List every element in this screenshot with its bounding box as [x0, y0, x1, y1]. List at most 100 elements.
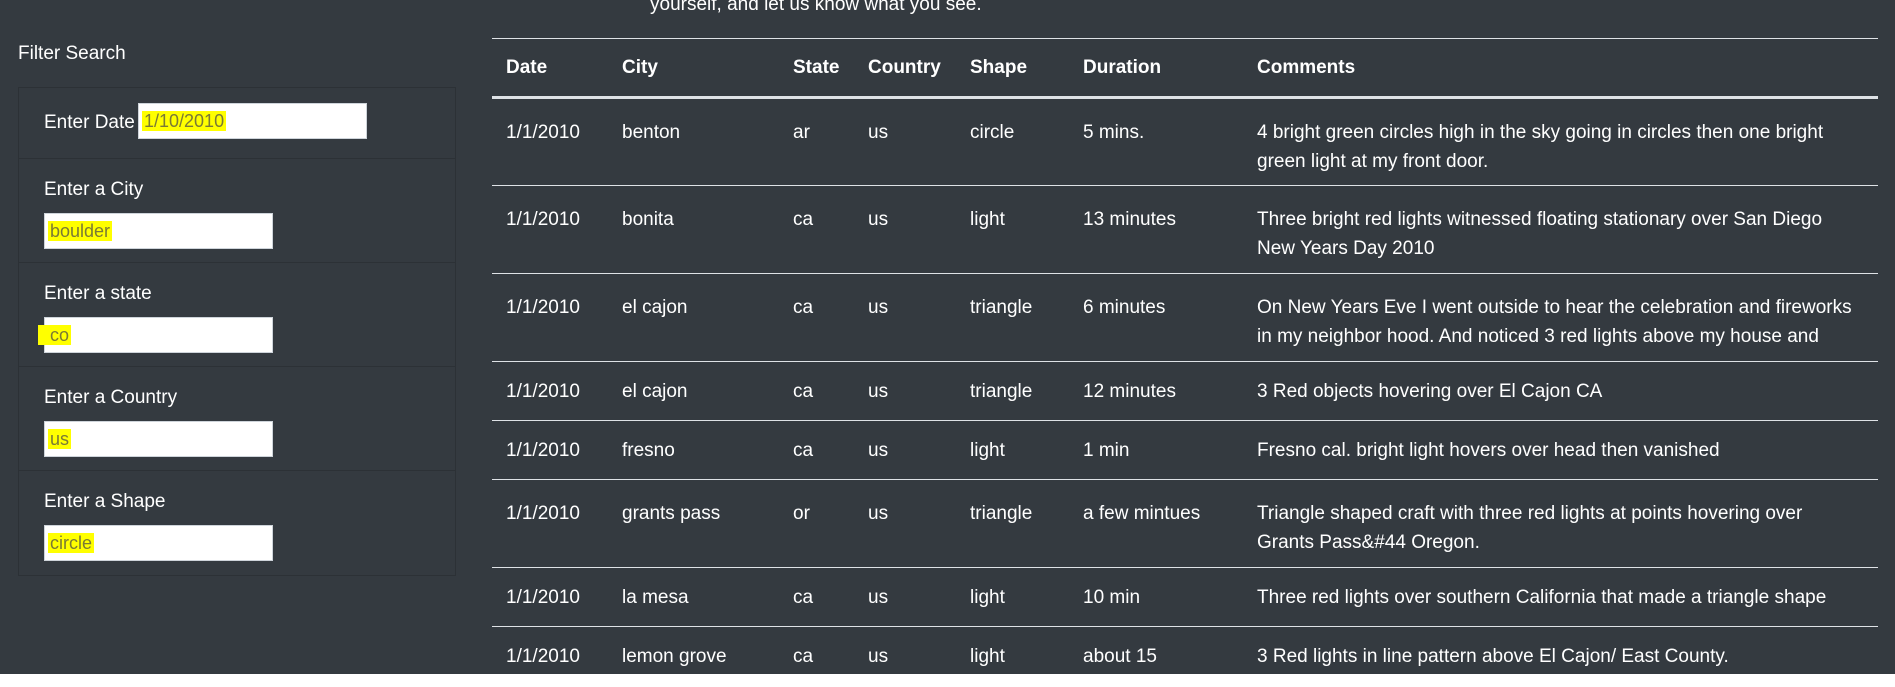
cell-country: us [868, 209, 889, 230]
cell-duration: 6 minutes [1083, 297, 1166, 318]
cell-comments: 4 bright green circles high in the sky g… [1257, 122, 1824, 172]
cell-comments: On New Years Eve I went outside to hear … [1257, 297, 1852, 347]
cell-shape: triangle [970, 503, 1033, 524]
date-input[interactable]: 1/10/2010 [138, 103, 367, 139]
cell-shape: circle [970, 122, 1015, 143]
cell-shape: light [970, 646, 1005, 667]
cell-shape: light [970, 587, 1005, 608]
filter-item-shape: Enter a Shape circle [19, 471, 455, 575]
cell-shape: light [970, 209, 1005, 230]
header-state: State [793, 56, 840, 78]
cell-state: ar [793, 122, 810, 143]
country-input[interactable]: us [44, 421, 273, 457]
cell-shape: triangle [970, 297, 1033, 318]
cell-state: ca [793, 381, 814, 402]
ufo-table-container: Date City State Country Shape Duration C… [492, 38, 1878, 687]
cell-duration: a few mintues [1083, 503, 1201, 524]
header-duration: Duration [1083, 56, 1162, 78]
cell-shape: light [970, 440, 1005, 461]
cell-city: el cajon [622, 381, 688, 402]
cell-state: ca [793, 646, 814, 667]
date-value: 1/10/2010 [142, 111, 227, 131]
cell-date: 1/1/2010 [506, 440, 580, 461]
table-row: 1/1/2010 el cajon ca us triangle 12 minu… [492, 362, 1878, 421]
cell-state: ca [793, 209, 814, 230]
filter-item-state: Enter a state co [19, 263, 455, 367]
table-header: Date City State Country Shape Duration C… [492, 38, 1878, 98]
state-label: Enter a state [44, 283, 152, 304]
header-row: Date City State Country Shape Duration C… [492, 38, 1878, 98]
table-row: 1/1/2010 grants pass or us triangle a fe… [492, 480, 1878, 568]
cell-date: 1/1/2010 [506, 297, 580, 318]
table-row: 1/1/2010 fresno ca us light 1 min Fresno… [492, 421, 1878, 480]
cell-duration: about 15 [1083, 646, 1157, 667]
cell-duration: 12 minutes [1083, 381, 1176, 402]
cell-state: ca [793, 297, 814, 318]
city-input[interactable]: boulder [44, 213, 273, 249]
country-label: Enter a Country [44, 387, 178, 408]
cell-country: us [868, 503, 889, 524]
header-city: City [622, 56, 658, 78]
cell-comments: 3 Red lights in line pattern above El Ca… [1257, 646, 1729, 667]
state-value: co [38, 325, 72, 345]
table-body: 1/1/2010 benton ar us circle 5 mins. 4 b… [492, 98, 1878, 687]
cell-date: 1/1/2010 [506, 587, 580, 608]
cell-comments: 3 Red objects hovering over El Cajon CA [1257, 381, 1603, 402]
cell-duration: 13 minutes [1083, 209, 1176, 230]
cell-comments: Triangle shaped craft with three red lig… [1257, 503, 1803, 553]
cell-duration: 10 min [1083, 587, 1141, 608]
shape-value: circle [48, 533, 95, 553]
cell-city: bonita [622, 209, 674, 230]
shape-label: Enter a Shape [44, 491, 166, 512]
cell-date: 1/1/2010 [506, 122, 580, 143]
cell-country: us [868, 587, 889, 608]
cell-state: ca [793, 440, 814, 461]
intro-text: yourself, and let us know what you see. [650, 0, 982, 15]
table-row: 1/1/2010 lemon grove ca us light about 1… [492, 627, 1878, 687]
ufo-table: Date City State Country Shape Duration C… [492, 38, 1878, 687]
table-row: 1/1/2010 bonita ca us light 13 minutes T… [492, 186, 1878, 274]
cell-country: us [868, 297, 889, 318]
cell-city: el cajon [622, 297, 688, 318]
header-shape: Shape [970, 56, 1028, 78]
header-country: Country [868, 56, 941, 78]
cell-comments: Three bright red lights witnessed floati… [1257, 209, 1823, 259]
cell-date: 1/1/2010 [506, 646, 580, 667]
date-label: Enter Date [44, 112, 135, 133]
cell-city: benton [622, 122, 681, 143]
city-label: Enter a City [44, 179, 144, 200]
cell-date: 1/1/2010 [506, 209, 580, 230]
cell-date: 1/1/2010 [506, 381, 580, 402]
cell-state: or [793, 503, 810, 524]
filter-item-date: Enter Date 1/10/2010 [19, 88, 455, 159]
cell-duration: 5 mins. [1083, 122, 1145, 143]
cell-date: 1/1/2010 [506, 503, 580, 524]
cell-comments: Fresno cal. bright light hovers over hea… [1257, 440, 1720, 461]
cell-country: us [868, 440, 889, 461]
cell-country: us [868, 646, 889, 667]
cell-city: fresno [622, 440, 675, 461]
cell-city: la mesa [622, 587, 689, 608]
table-row: 1/1/2010 el cajon ca us triangle 6 minut… [492, 274, 1878, 362]
filter-title: Filter Search [18, 43, 126, 64]
filter-item-country: Enter a Country us [19, 367, 455, 471]
state-input[interactable]: co [38, 317, 273, 353]
cell-state: ca [793, 587, 814, 608]
cell-shape: triangle [970, 381, 1033, 402]
table-row: 1/1/2010 benton ar us circle 5 mins. 4 b… [492, 98, 1878, 186]
page: yourself, and let us know what you see. … [0, 0, 1895, 674]
country-value: us [48, 429, 72, 449]
table-row: 1/1/2010 la mesa ca us light 10 min Thre… [492, 568, 1878, 627]
header-date: Date [506, 56, 548, 78]
cell-city: grants pass [622, 503, 721, 524]
filter-list: Enter Date 1/10/2010 Enter a City boulde… [18, 87, 456, 576]
cell-comments: Three red lights over southern Californi… [1257, 587, 1827, 608]
cell-country: us [868, 381, 889, 402]
header-comments: Comments [1257, 56, 1356, 78]
cell-country: us [868, 122, 889, 143]
cell-duration: 1 min [1083, 440, 1130, 461]
cell-city: lemon grove [622, 646, 727, 667]
shape-input[interactable]: circle [44, 525, 273, 561]
city-value: boulder [48, 221, 113, 241]
filter-item-city: Enter a City boulder [19, 159, 455, 263]
